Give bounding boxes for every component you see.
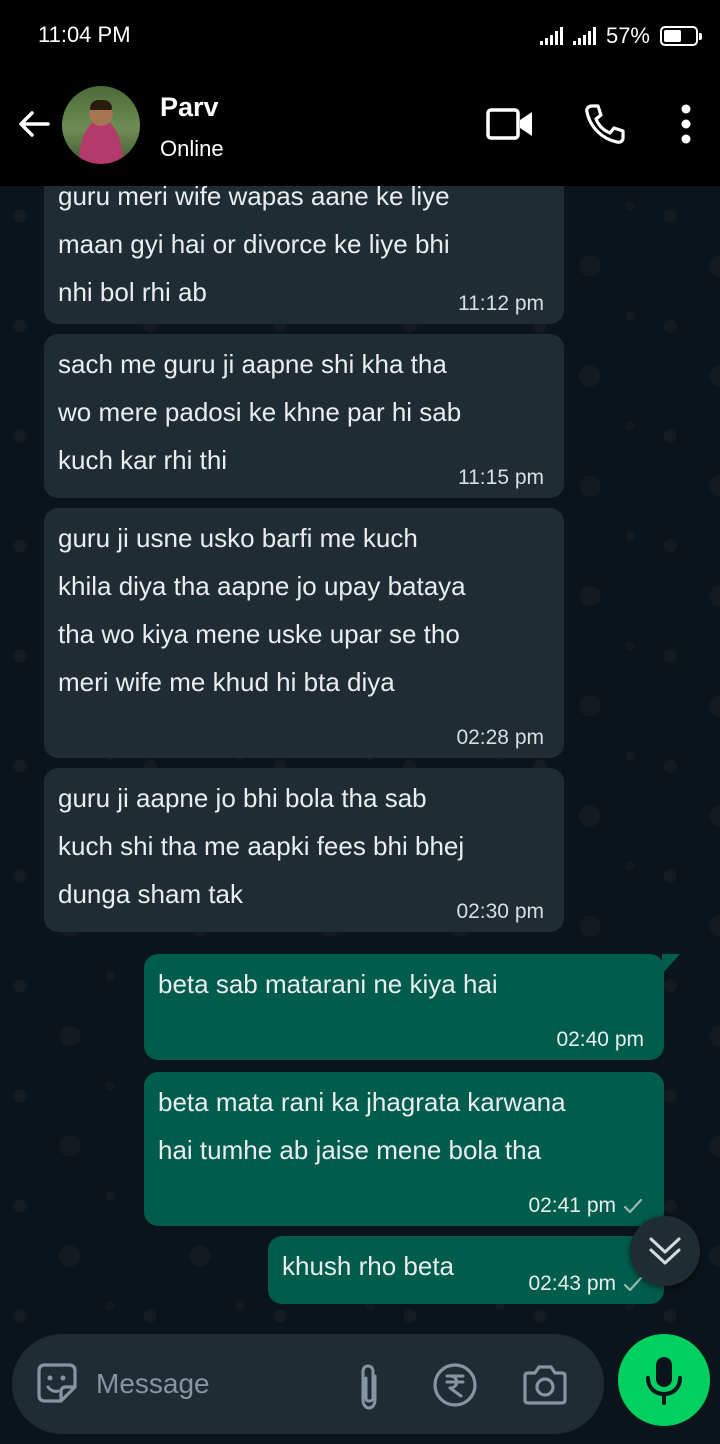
message-input[interactable]: Message bbox=[12, 1334, 604, 1434]
message-meta: 11:15 pm bbox=[458, 466, 544, 490]
signal-icon bbox=[539, 27, 563, 45]
message-bubble-incoming[interactable]: guru ji aapne jo bhi bola tha sab kuch s… bbox=[44, 768, 564, 932]
message-bubble-incoming[interactable]: guru ji usne usko barfi me kuch khila di… bbox=[44, 508, 564, 758]
message-meta: 02:41 pm bbox=[528, 1194, 644, 1218]
message-time: 02:43 pm bbox=[528, 1272, 616, 1295]
status-time: 11:04 PM bbox=[38, 22, 131, 47]
message-bubble-outgoing[interactable]: khush rho beta 02:43 pm bbox=[268, 1236, 664, 1304]
message-time: 02:40 pm bbox=[556, 1028, 644, 1051]
avatar[interactable] bbox=[62, 86, 140, 164]
message-meta: 02:40 pm bbox=[556, 1028, 644, 1052]
sticker-icon[interactable] bbox=[32, 1358, 82, 1408]
message-meta: 02:28 pm bbox=[456, 726, 544, 750]
sent-tick-icon bbox=[623, 1198, 643, 1214]
camera-icon[interactable] bbox=[520, 1360, 570, 1410]
battery-icon bbox=[660, 26, 702, 46]
bubble-tail bbox=[662, 954, 680, 974]
scroll-to-bottom-button[interactable] bbox=[630, 1216, 700, 1286]
status-indicators: 57% bbox=[539, 20, 702, 52]
message-time: 11:15 pm bbox=[458, 466, 544, 489]
message-text: guru ji usne usko barfi me kuch khila di… bbox=[58, 523, 466, 697]
message-time: 02:28 pm bbox=[456, 726, 544, 749]
attach-icon[interactable] bbox=[344, 1362, 394, 1412]
message-time: 02:41 pm bbox=[528, 1194, 616, 1217]
message-list[interactable]: guru meri wife wapas aane ke liye maan g… bbox=[0, 186, 720, 1334]
contact-name[interactable]: Parv bbox=[160, 92, 219, 123]
status-bar: 11:04 PM 57% bbox=[0, 0, 720, 74]
voice-call-icon[interactable] bbox=[578, 98, 630, 150]
chat-header: Parv Online bbox=[0, 74, 720, 186]
message-meta: 11:12 pm bbox=[458, 292, 544, 316]
message-bubble-incoming[interactable]: sach me guru ji aapne shi kha tha wo mer… bbox=[44, 334, 564, 498]
composer: Message bbox=[0, 1334, 720, 1444]
message-time: 02:30 pm bbox=[456, 900, 544, 923]
message-text: guru ji aapne jo bhi bola tha sab kuch s… bbox=[58, 783, 465, 909]
message-meta: 02:43 pm bbox=[528, 1272, 644, 1296]
video-call-icon[interactable] bbox=[484, 98, 536, 150]
message-time: 11:12 pm bbox=[458, 292, 544, 315]
voice-record-button[interactable] bbox=[618, 1334, 710, 1426]
contact-status: Online bbox=[160, 136, 224, 161]
message-bubble-outgoing[interactable]: beta sab matarani ne kiya hai 02:40 pm bbox=[144, 954, 680, 1060]
message-meta: 02:30 pm bbox=[456, 900, 544, 924]
message-text: beta mata rani ka jhagrata karwana hai t… bbox=[158, 1087, 566, 1165]
message-bubble-incoming[interactable]: guru meri wife wapas aane ke liye maan g… bbox=[44, 186, 564, 324]
battery-percent: 57% bbox=[605, 23, 650, 48]
double-chevron-down-icon bbox=[649, 1237, 681, 1265]
message-bubble-outgoing[interactable]: beta mata rani ka jhagrata karwana hai t… bbox=[144, 1072, 664, 1226]
payment-rupee-icon[interactable] bbox=[430, 1360, 480, 1410]
signal-icon-2 bbox=[572, 27, 596, 45]
back-arrow-icon[interactable] bbox=[12, 102, 56, 146]
more-options-icon[interactable] bbox=[660, 98, 712, 150]
message-placeholder: Message bbox=[96, 1368, 210, 1399]
message-text: sach me guru ji aapne shi kha tha wo mer… bbox=[58, 349, 462, 475]
microphone-icon bbox=[646, 1357, 682, 1405]
message-text: beta sab matarani ne kiya hai bbox=[158, 969, 498, 999]
